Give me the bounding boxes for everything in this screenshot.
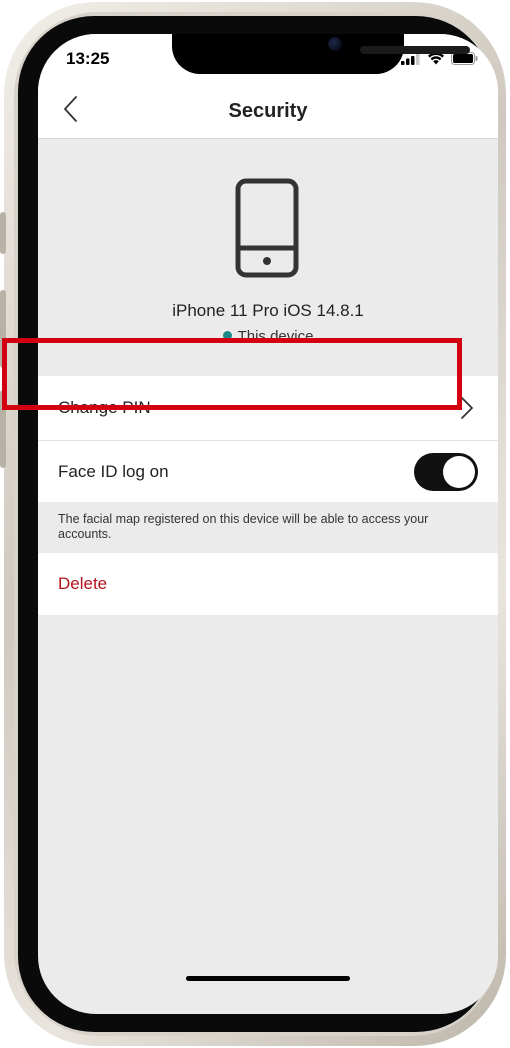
delete-label: Delete <box>58 574 108 593</box>
signal-icon <box>401 52 420 65</box>
screen: 13:25 Security iPhone 11 Pro iOS 14.8.1 … <box>38 34 498 1014</box>
volume-up-button <box>0 290 6 368</box>
change-pin-label: Change PIN <box>58 398 151 417</box>
face-id-toggle[interactable] <box>414 453 478 491</box>
status-time: 13:25 <box>66 49 110 68</box>
speaker <box>360 46 470 54</box>
home-indicator[interactable] <box>186 976 350 981</box>
device-name: iPhone 11 Pro iOS 14.8.1 <box>172 301 364 320</box>
change-pin-row[interactable]: Change PIN <box>38 376 498 440</box>
device-status: This device <box>38 328 498 345</box>
smartphone-icon <box>235 178 299 278</box>
camera <box>328 37 342 51</box>
silent-switch <box>0 212 6 254</box>
face-id-note: The facial map registered on this device… <box>58 512 429 541</box>
chevron-right-icon <box>461 397 473 419</box>
face-id-row: Face ID log on <box>38 440 498 502</box>
status-dot <box>222 331 232 340</box>
volume-down-button <box>0 390 6 468</box>
page-title: Security <box>228 100 308 122</box>
delete-row[interactable]: Delete <box>38 553 498 615</box>
toggle-knob <box>443 456 475 488</box>
face-id-label: Face ID log on <box>58 461 169 481</box>
device-status-label: This device <box>237 328 314 345</box>
notch <box>172 34 470 74</box>
